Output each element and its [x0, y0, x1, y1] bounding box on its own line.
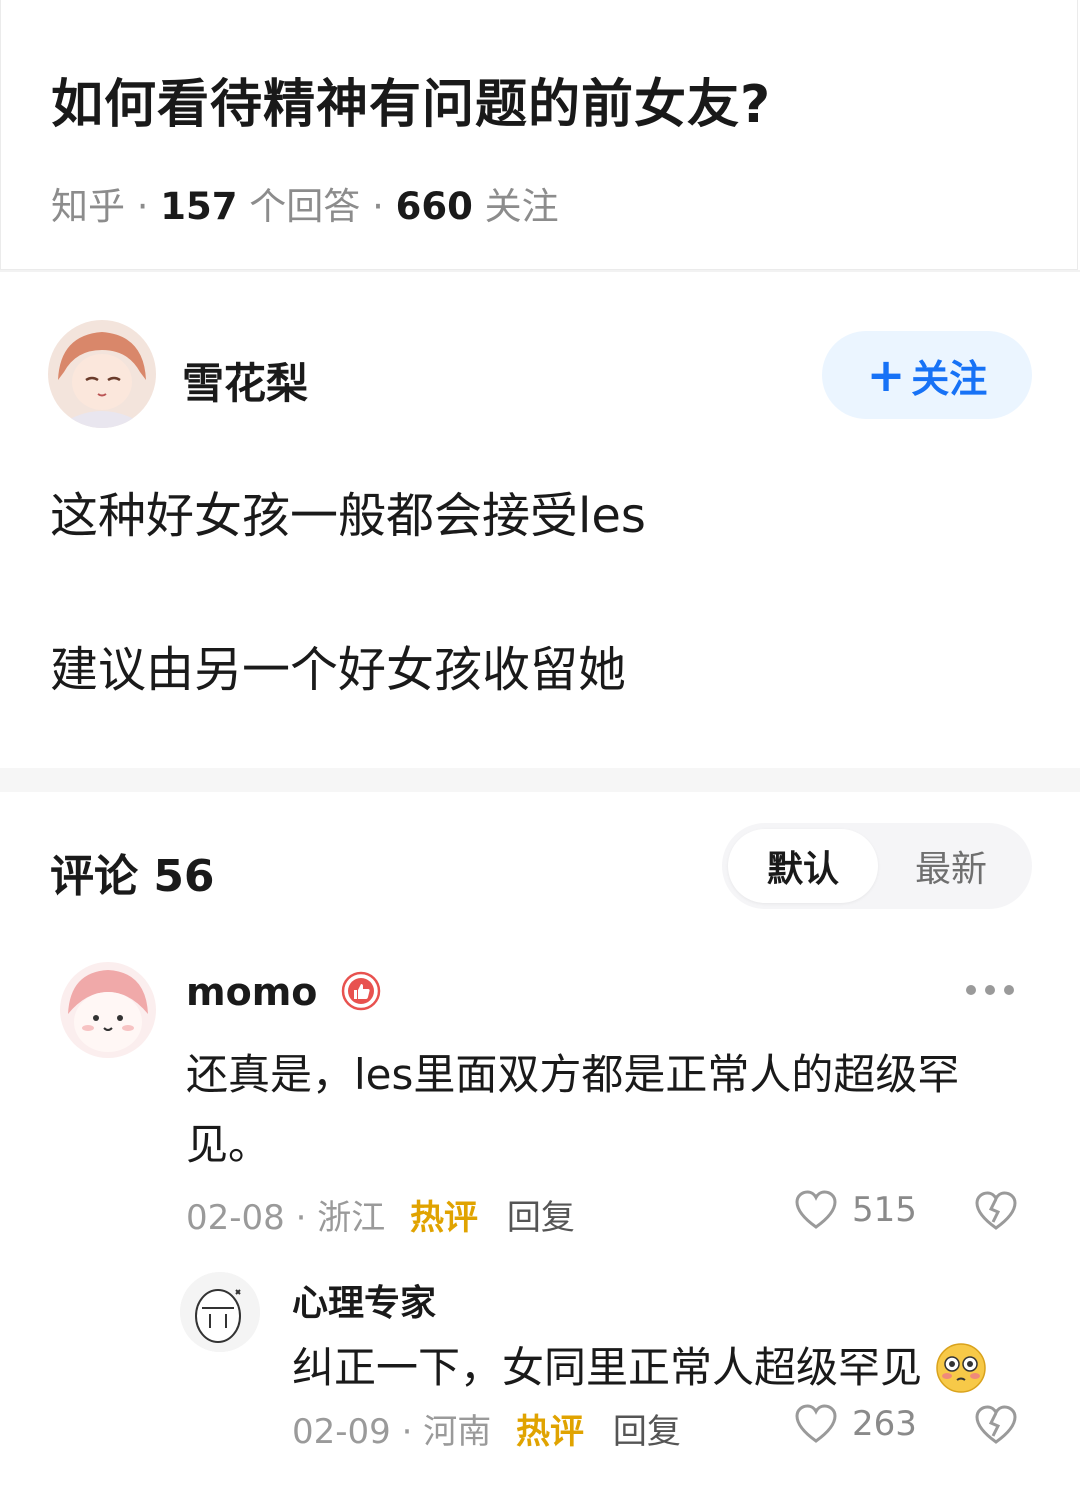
follow-label: 关注 [911, 356, 988, 401]
comment-date: 02-09 [292, 1412, 391, 1452]
comment-meta: 02-08 · 浙江 热评 回复 [186, 1190, 575, 1239]
meta-separator: · [295, 1198, 307, 1238]
comment-meta: 02-09 · 河南 热评 回复 [292, 1404, 681, 1453]
comment-text-content: 纠正一下，女同里正常人超级罕见 [292, 1343, 923, 1392]
commenter-name-text: momo [186, 970, 318, 1014]
sort-newest-tab[interactable]: 最新 [876, 829, 1026, 903]
source-label: 知乎 [51, 185, 125, 228]
comment-date: 02-08 [186, 1198, 285, 1238]
answers-count: 157 [160, 185, 238, 228]
meta-separator: · [136, 185, 149, 228]
question-title[interactable]: 如何看待精神有问题的前女友? [51, 62, 771, 137]
like-count: 515 [852, 1190, 917, 1230]
commenter-name[interactable]: 心理专家 [292, 1274, 436, 1326]
comment-text: 还真是，les里面双方都是正常人的超级罕见。 [186, 1050, 960, 1169]
heart-icon [795, 1190, 837, 1229]
divider [0, 270, 1080, 272]
thumbs-up-badge-icon [341, 971, 381, 1020]
author-name[interactable]: 雪花梨 [182, 350, 308, 411]
reply-button[interactable]: 回复 [613, 1412, 681, 1452]
commenter-name[interactable]: momo [186, 970, 381, 1020]
comment-location: 河南 [423, 1412, 492, 1452]
answers-label: 个回答 [249, 185, 361, 228]
commenter-avatar[interactable] [180, 1272, 260, 1352]
heart-icon [795, 1404, 837, 1443]
broken-heart-icon[interactable] [974, 1190, 1018, 1236]
plus-icon: + [866, 348, 906, 402]
hot-comment-badge: 热评 [516, 1412, 585, 1452]
hot-comment-badge: 热评 [410, 1198, 479, 1238]
like-button[interactable]: 515 [794, 1189, 917, 1231]
comments-title: 评论 56 [50, 851, 215, 902]
question-card[interactable]: 如何看待精神有问题的前女友? 知乎 · 157 个回答 · 660 关注 [0, 0, 1078, 270]
sort-toggle: 默认 最新 [722, 823, 1032, 909]
answer-text-line: 这种好女孩一般都会接受les [50, 488, 646, 544]
comment-location: 浙江 [317, 1198, 386, 1238]
meta-separator: · [372, 185, 384, 228]
followers-count: 660 [395, 185, 473, 228]
like-button[interactable]: 263 [794, 1403, 917, 1445]
meta-separator: · [401, 1412, 413, 1452]
follow-button[interactable]: + 关注 [822, 331, 1032, 419]
section-divider [0, 768, 1080, 792]
question-meta: 知乎 · 157 个回答 · 660 关注 [51, 176, 559, 230]
followers-label: 关注 [484, 185, 559, 228]
author-avatar[interactable] [48, 320, 156, 428]
commenter-avatar[interactable] [60, 962, 156, 1058]
answer-text-line: 建议由另一个好女孩收留她 [50, 642, 627, 698]
like-count: 263 [852, 1404, 917, 1444]
sort-default-tab[interactable]: 默认 [728, 829, 878, 903]
more-options-icon[interactable] [966, 985, 1014, 995]
reply-button[interactable]: 回复 [507, 1198, 575, 1238]
broken-heart-icon[interactable] [974, 1404, 1018, 1450]
